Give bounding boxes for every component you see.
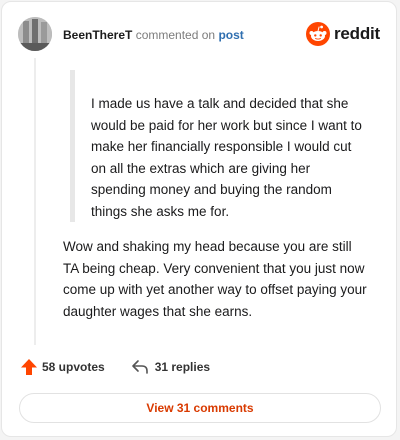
brand-wordmark: reddit bbox=[333, 24, 380, 43]
upvote-stat[interactable]: 58 upvotes bbox=[20, 358, 105, 376]
quote-bar bbox=[70, 70, 75, 222]
reddit-brand[interactable]: reddit bbox=[305, 22, 380, 46]
comment-stats: 58 upvotes 31 replies bbox=[20, 358, 210, 376]
view-comments-button[interactable]: View 31 comments bbox=[19, 393, 381, 423]
upvote-count: 58 upvotes bbox=[42, 360, 105, 374]
post-link[interactable]: post bbox=[218, 28, 243, 42]
quoted-text: I made us have a talk and decided that s… bbox=[91, 96, 362, 219]
comment-card: BeenThereT commented on post reddit I ma… bbox=[1, 1, 397, 437]
reply-arrow-icon bbox=[131, 360, 148, 374]
thread-line bbox=[34, 58, 36, 345]
reply-stat[interactable]: 31 replies bbox=[131, 359, 210, 375]
reply-count: 31 replies bbox=[154, 360, 211, 374]
reddit-logo-icon bbox=[305, 22, 330, 46]
avatar[interactable] bbox=[18, 17, 52, 51]
username[interactable]: BeenThereT bbox=[63, 28, 132, 42]
comment-body: Wow and shaking my head because you are … bbox=[63, 239, 367, 319]
avatar-image-icon bbox=[18, 17, 52, 51]
upvote-arrow-icon bbox=[21, 359, 37, 375]
action-text: commented on bbox=[135, 28, 216, 42]
comment-header: BeenThereT commented on post bbox=[63, 27, 244, 43]
